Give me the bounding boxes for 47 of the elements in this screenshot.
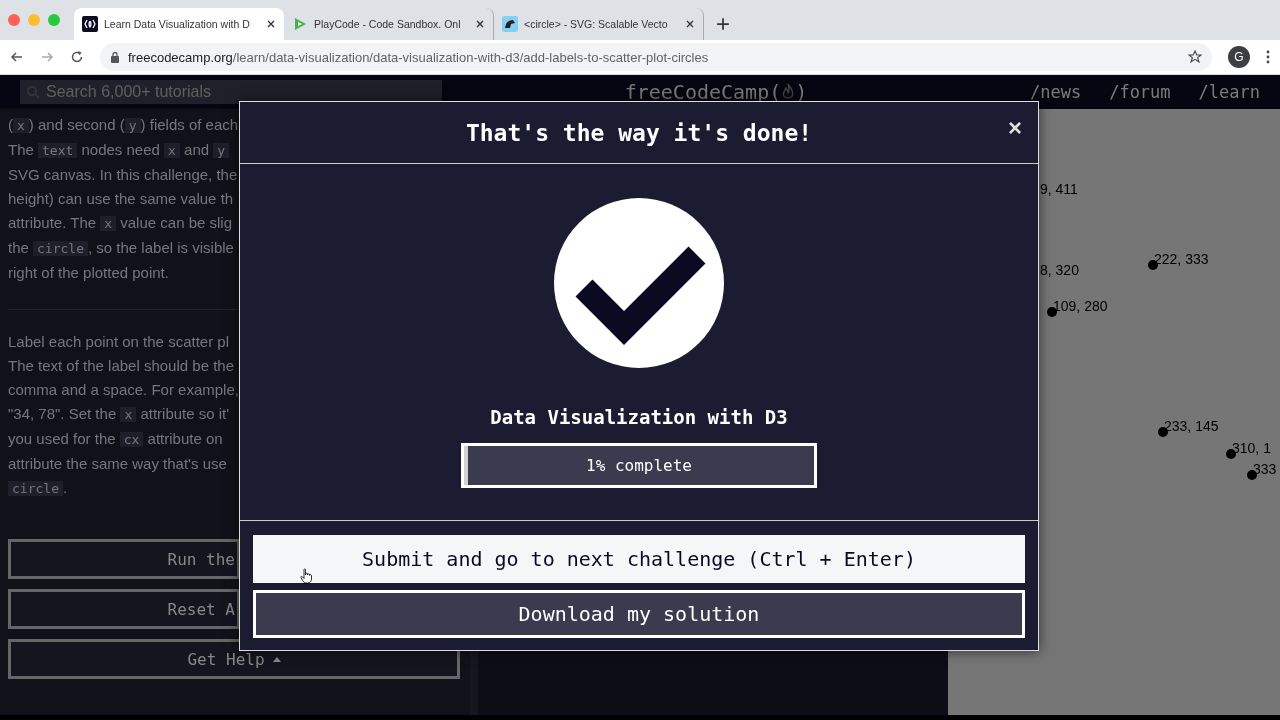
point-label: 222, 333 [1154, 251, 1209, 267]
lock-icon [110, 51, 120, 63]
instruction-text: comma and a space. For example, [8, 380, 240, 400]
caret-icon [272, 656, 281, 662]
bookmark-star-icon[interactable] [1188, 50, 1202, 64]
browser-tab[interactable]: Learn Data Visualization with D [74, 8, 284, 40]
profile-avatar[interactable]: G [1228, 46, 1250, 68]
submit-button[interactable]: Submit and go to next challenge (Ctrl + Enter) [253, 535, 1025, 583]
close-tab-icon[interactable] [685, 19, 695, 29]
flame-icon [781, 83, 796, 101]
close-tab-icon[interactable] [475, 19, 485, 29]
instruction-text: height) can use the same value th [8, 189, 235, 209]
site-logo-icon [82, 16, 98, 32]
instruction-text: SVG canvas. In this challenge, the [8, 165, 239, 185]
search-field[interactable]: Search 6,000+ tutorials [20, 80, 442, 104]
nav-link[interactable]: /news [1029, 82, 1082, 102]
checkmark-icon [554, 198, 724, 368]
close-tab-icon[interactable] [266, 19, 276, 29]
point-label: 9, 411 [1040, 181, 1078, 197]
dinosaur-logo-icon [502, 16, 518, 32]
dialog-title: That's the way it's done! [465, 119, 813, 146]
instruction-text: The text of the label should be the [8, 356, 235, 376]
play-logo-icon [292, 16, 308, 32]
new-tab-icon[interactable] [716, 17, 730, 31]
action-button[interactable]: Run the [8, 539, 240, 579]
download-button[interactable]: Download my solution [253, 590, 1025, 638]
nav-link[interactable]: /forum [1109, 82, 1171, 102]
nav-link[interactable]: /learn [1198, 82, 1260, 102]
point-label: 8, 320 [1040, 262, 1079, 278]
close-button[interactable]: × [1004, 114, 1026, 142]
point-label: 310, 1 [1232, 440, 1271, 456]
instruction-text: Label each point on the scatter pl [8, 332, 230, 352]
search-icon [26, 85, 40, 99]
progress-text: 1% complete [586, 456, 692, 475]
address-bar[interactable]: freecodecamp.org/learn/data-visualization/data-visualization-with-d3/add-labels-to-scatter-plot-circles [100, 43, 1212, 71]
course-title: Data Visualization with D3 [490, 406, 788, 428]
logo-text: ) [795, 80, 808, 104]
point-label: 109, 280 [1053, 298, 1108, 314]
action-button[interactable]: Reset A [8, 589, 240, 629]
instruction-text: attribute the same way that's use [8, 454, 228, 474]
menu-icon[interactable] [1266, 50, 1270, 64]
back-icon[interactable] [10, 50, 24, 64]
logo-text: freeCodeCamp( [624, 80, 782, 104]
reload-icon[interactable] [70, 50, 84, 64]
hand-cursor-icon [300, 568, 314, 584]
point-label: 233, 145 [1164, 418, 1219, 434]
instruction-text: right of the plotted point. [8, 263, 170, 283]
